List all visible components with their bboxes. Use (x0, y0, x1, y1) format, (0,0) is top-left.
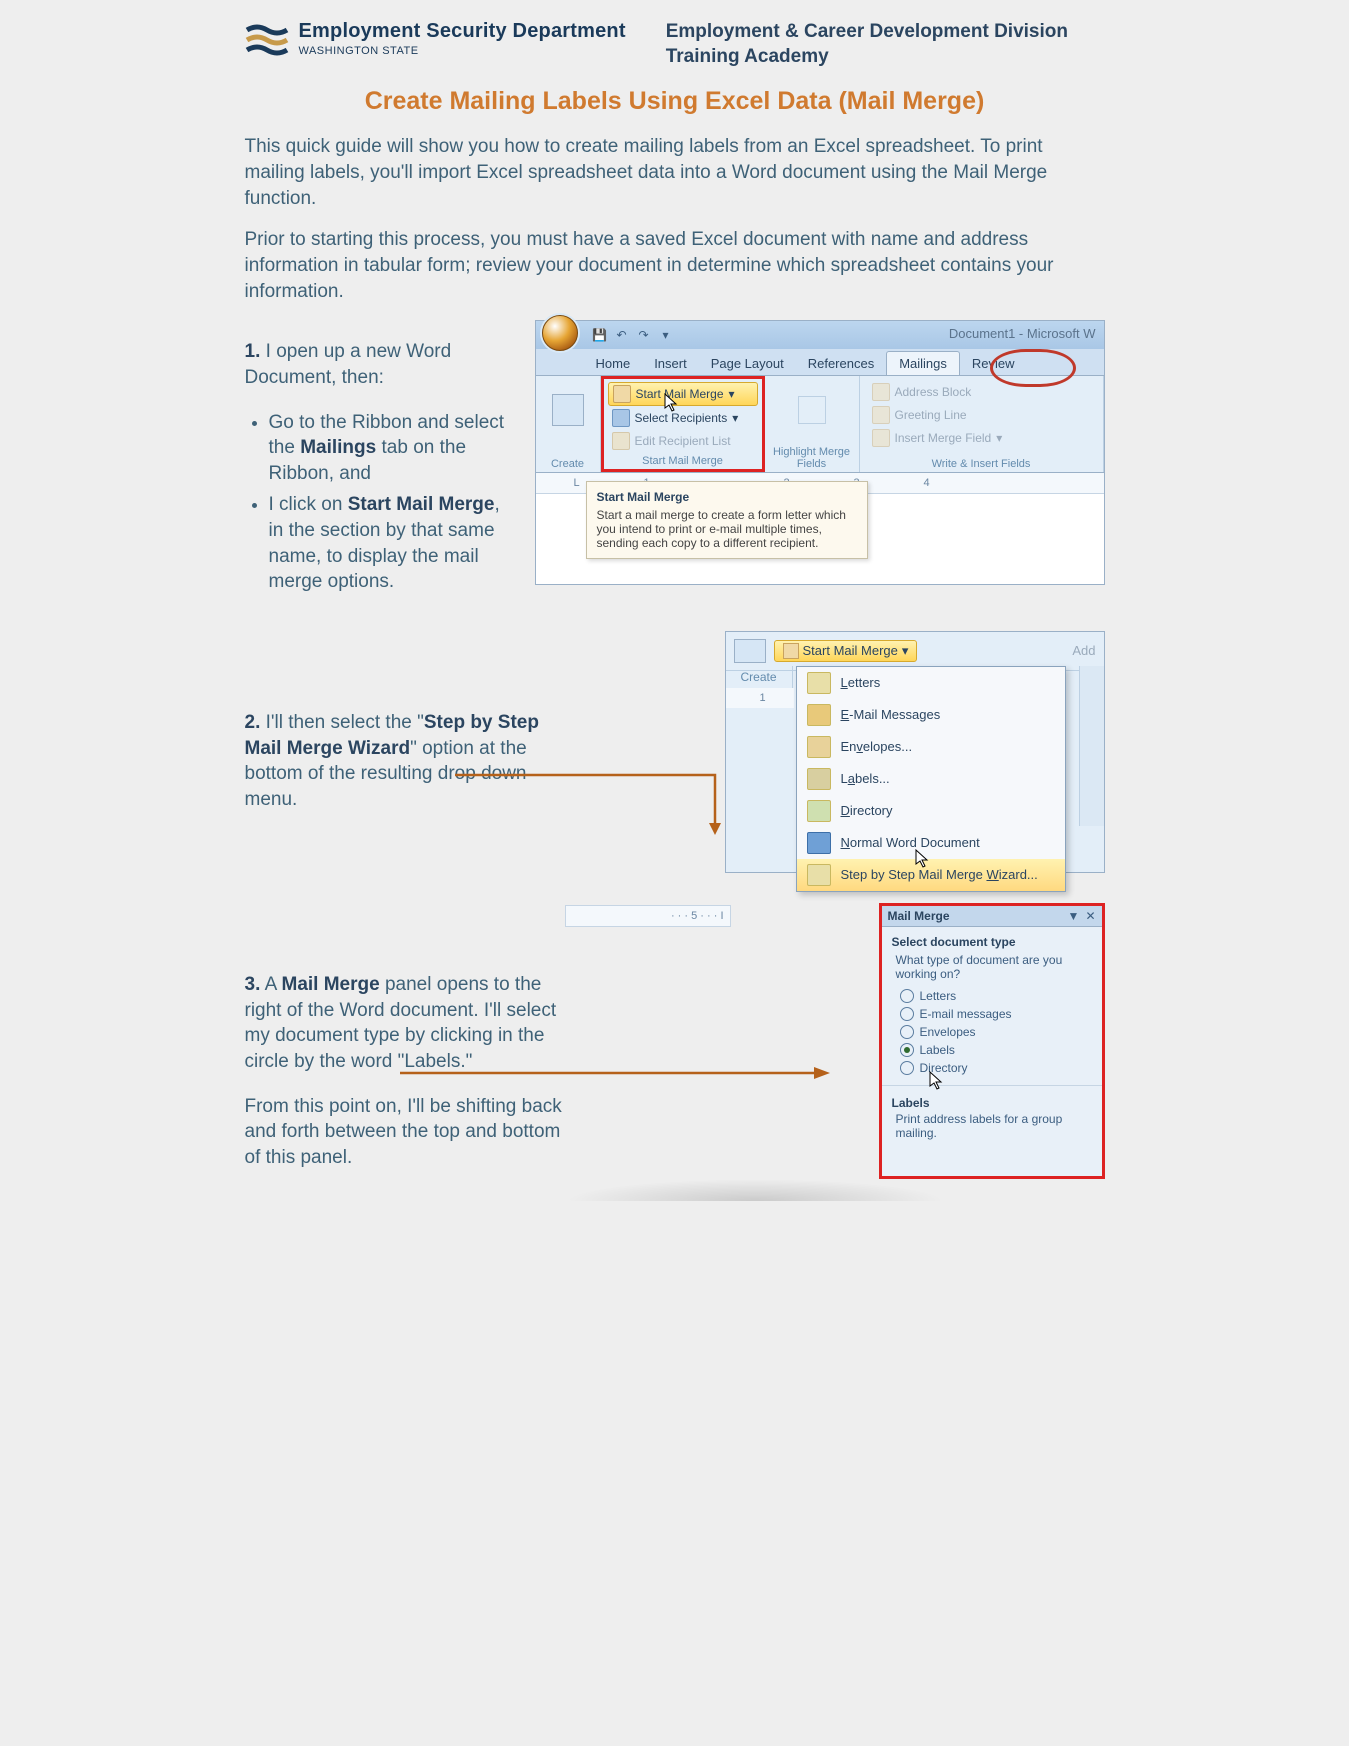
dropdown-icon: ▾ (902, 643, 909, 659)
dropdown-icon: ▾ (996, 431, 1002, 445)
start-mail-merge-button[interactable]: Start Mail Merge ▾ (774, 640, 918, 662)
intro-paragraph-1: This quick guide will show you how to cr… (245, 134, 1105, 211)
group-create-label: Create (544, 456, 592, 470)
step-1-text: 1. I open up a new Word Document, then: … (245, 320, 515, 601)
labels-heading: Labels (882, 1085, 1102, 1112)
group-start-mail-merge-label: Start Mail Merge (608, 453, 758, 467)
edit-recipient-list-button[interactable]: Edit Recipient List (608, 430, 758, 452)
dropdown-icon: ▾ (732, 411, 738, 425)
redo-icon[interactable]: ↷ (636, 327, 652, 343)
highlight-merge-fields-label: Highlight Merge Fields (773, 444, 851, 470)
envelopes-icon[interactable] (552, 394, 584, 426)
menu-item-letters[interactable]: Letters (797, 667, 1065, 699)
logo-text: Employment Security Department WASHINGTO… (299, 20, 626, 57)
radio-envelopes[interactable]: Envelopes (900, 1023, 1084, 1041)
labels-description: Print address labels for a group mailing… (882, 1112, 1102, 1152)
select-recipients-button[interactable]: Select Recipients ▾ (608, 407, 758, 429)
dropdown-icon[interactable]: ▼ (1068, 909, 1080, 923)
quick-access-toolbar[interactable]: 💾 ↶ ↷ ▾ (584, 327, 682, 343)
greeting-line-icon (872, 406, 890, 424)
radio-labels[interactable]: Labels (900, 1041, 1084, 1059)
edit-list-icon (612, 432, 630, 450)
dropdown-icon: ▾ (729, 387, 735, 401)
task-pane-header: Mail Merge ▼✕ (882, 906, 1102, 927)
section-title: Select document type (882, 927, 1102, 953)
section-question: What type of document are you working on… (882, 953, 1102, 987)
tab-page-layout[interactable]: Page Layout (699, 352, 796, 375)
annotation-red-box: Start Mail Merge ▾ Select Recipients ▾ E… (601, 376, 765, 472)
email-icon (807, 704, 831, 726)
menu-item-labels[interactable]: Labels... (797, 763, 1065, 795)
ruler: · · · 5 · · · I (565, 905, 731, 927)
save-icon[interactable]: 💾 (592, 327, 608, 343)
envelope-icon (807, 736, 831, 758)
group-create-label: Create (726, 666, 793, 688)
logo-block: Employment Security Department WASHINGTO… (245, 20, 626, 57)
step-3-text: 3. A Mail Merge panel opens to the right… (245, 953, 565, 1189)
tooltip: Start Mail Merge Start a mail merge to c… (586, 481, 868, 559)
word-doc-icon (807, 832, 831, 854)
close-icon[interactable]: ✕ (1085, 909, 1095, 923)
step-1-bullet-1: Go to the Ribbon and select the Mailings… (269, 410, 515, 487)
document-icon (783, 643, 799, 659)
step-3-row: 3. A Mail Merge panel opens to the right… (245, 903, 1105, 1201)
start-mail-merge-menu: Letters E-Mail Messages Envelopes... Lab… (796, 666, 1066, 892)
step-2-row: 2. I'll then select the "Step by Step Ma… (245, 631, 1105, 873)
address-block-icon (872, 383, 890, 401)
logo-icon (245, 22, 289, 56)
people-icon (612, 409, 630, 427)
step-2-text: 2. I'll then select the "Step by Step Ma… (245, 691, 565, 832)
insert-merge-field-button[interactable]: Insert Merge Field ▾ (868, 427, 1095, 449)
wizard-icon (807, 864, 831, 886)
dept-name: Employment Security Department (299, 20, 626, 43)
start-mail-merge-button[interactable]: Start Mail Merge ▾ (608, 382, 758, 406)
document-icon (613, 385, 631, 403)
radio-letters[interactable]: Letters (900, 987, 1084, 1005)
menu-item-directory[interactable]: Directory (797, 795, 1065, 827)
state-name: WASHINGTON STATE (299, 45, 626, 57)
tab-home[interactable]: Home (584, 352, 643, 375)
highlight-fields-icon[interactable] (798, 396, 826, 424)
tab-review[interactable]: Review (960, 352, 1027, 375)
menu-item-normal-doc[interactable]: Normal Word Document (797, 827, 1065, 859)
division-title: Employment & Career Development Division… (666, 20, 1068, 69)
tab-insert[interactable]: Insert (642, 352, 699, 375)
office-button-icon[interactable] (542, 315, 578, 351)
step-1-screenshot: 💾 ↶ ↷ ▾ Document1 - Microsoft W Home Ins… (535, 320, 1105, 585)
letter-icon (807, 672, 831, 694)
merge-field-icon (872, 429, 890, 447)
step-1-bullet-2: I click on Start Mail Merge, in the sect… (269, 492, 515, 595)
radio-email[interactable]: E-mail messages (900, 1005, 1084, 1023)
torn-edge (565, 1179, 945, 1201)
menu-item-email[interactable]: E-Mail Messages (797, 699, 1065, 731)
radio-directory[interactable]: Directory (900, 1059, 1084, 1077)
step-1-row: 1. I open up a new Word Document, then: … (245, 320, 1105, 601)
directory-icon (807, 800, 831, 822)
greeting-line-button[interactable]: Greeting Line (868, 404, 1095, 426)
qat-more-icon[interactable]: ▾ (658, 327, 674, 343)
page-title: Create Mailing Labels Using Excel Data (… (245, 87, 1105, 116)
window-title: Document1 - Microsoft W (949, 326, 1096, 341)
address-block-partial[interactable]: Add (1072, 643, 1095, 658)
labels-icon (807, 768, 831, 790)
address-block-button[interactable]: Address Block (868, 381, 1095, 403)
undo-icon[interactable]: ↶ (614, 327, 630, 343)
group-write-insert-label: Write & Insert Fields (868, 456, 1095, 470)
tab-mailings[interactable]: Mailings (886, 351, 960, 375)
intro-paragraph-2: Prior to starting this process, you must… (245, 227, 1105, 304)
menu-item-envelopes[interactable]: Envelopes... (797, 731, 1065, 763)
scrollbar[interactable] (1079, 666, 1104, 826)
page-header: Employment Security Department WASHINGTO… (245, 20, 1105, 69)
menu-item-wizard[interactable]: Step by Step Mail Merge Wizard... (797, 859, 1065, 891)
envelopes-icon[interactable] (734, 639, 766, 663)
tab-references[interactable]: References (796, 352, 886, 375)
